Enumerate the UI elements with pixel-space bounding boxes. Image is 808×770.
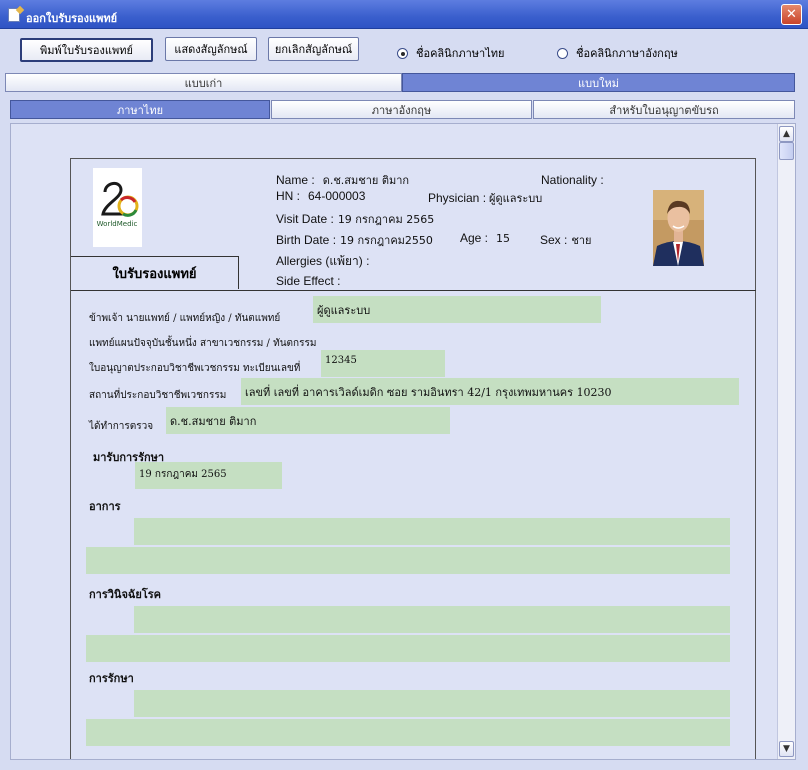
certificate-document: WorldMedic Name : ด.ช.สมชาย ติมาก Nationa… [70,158,756,759]
clinic-logo: WorldMedic [93,168,142,247]
doctor-field[interactable]: ผู้ดูแลระบบ [313,296,601,323]
svg-text:WorldMedic: WorldMedic [97,220,138,228]
treatment-label: การรักษา [89,672,134,685]
nationality: Nationality : [541,173,604,187]
certificate-pane[interactable]: WorldMedic Name : ด.ช.สมชาย ติมาก Nationa… [10,123,796,760]
department-label: แพทย์แผนปัจจุบันชั้นหนึ่ง สาขาเวชกรรม / … [89,338,317,349]
license-label: ใบอนุญาตประกอบวิชาชีพเวชกรรม ทะเบียนเลขท… [89,363,301,374]
tab-new-format[interactable]: แบบใหม่ [402,73,795,92]
scroll-up-icon[interactable]: ▲ [779,126,794,142]
physician: Physician : ผู้ดูแลระบบ [428,191,543,205]
diagnosis-field-line2[interactable] [86,635,730,662]
patient-photo [653,190,704,266]
certificate-title: ใบรับรองแพทย์ [71,256,239,289]
examined-field[interactable]: ด.ช.สมชาย ติมาก [166,407,450,434]
close-button[interactable]: ✕ [781,4,802,25]
workplace-field[interactable]: เลขที่ เลขที่ อาคารเวิลด์เมดิก ซอย รามอิ… [241,378,739,405]
tab-driving-license[interactable]: สำหรับใบอนุญาตขับรถ [533,100,795,119]
patient-name: Name : ด.ช.สมชาย ติมาก [276,173,410,187]
symptom-field-line1[interactable] [134,518,730,545]
workplace-label: สถานที่ประกอบวิชาชีพเวชกรรม [89,390,227,401]
doctor-label: ข้าพเจ้า นายแพทย์ / แพทย์หญิง / ทันตแพทย… [89,313,281,324]
toolbar: พิมพ์ใบรับรองแพทย์ แสดงสัญลักษณ์ ยกเลิกส… [0,29,808,71]
show-signature-button[interactable]: แสดงสัญลักษณ์ [165,37,257,61]
language-tabs: ภาษาไทย ภาษาอังกฤษ สำหรับใบอนุญาตขับรถ [10,100,795,119]
radio-clinic-english-label: ชื่อคลินิกภาษาอังกฤษ [576,47,678,60]
header-divider [71,290,756,291]
radio-dot-unchecked[interactable] [557,47,568,59]
radio-clinic-thai-label: ชื่อคลินิกภาษาไทย [416,47,505,60]
examined-label: ได้ทำการตรวจ [89,421,154,432]
radio-clinic-english[interactable]: ชื่อคลินิกภาษาอังกฤษ [557,44,678,62]
vertical-scrollbar[interactable]: ▲ ▼ [777,124,795,759]
age: Age :15 [460,231,511,245]
radio-dot-checked[interactable] [397,47,408,59]
diagnosis-label: การวินิจฉัยโรค [89,588,161,601]
treatment-date-field[interactable]: 19 กรกฎาคม 2565 [135,462,282,489]
side-effect: Side Effect : [276,274,341,288]
sex: Sex : ชาย [540,233,592,247]
tab-old-format[interactable]: แบบเก่า [5,73,402,92]
treatment-field-line2[interactable] [86,719,730,746]
symptom-label: อาการ [89,500,121,513]
window-title: ออกใบรับรองแพทย์ [26,12,118,25]
license-field[interactable]: 12345 [321,350,445,377]
diagnosis-field-line1[interactable] [134,606,730,633]
format-tabs: แบบเก่า แบบใหม่ [5,73,795,92]
print-certificate-button[interactable]: พิมพ์ใบรับรองแพทย์ [20,38,153,62]
scroll-thumb[interactable] [779,142,794,160]
document-icon [8,8,20,22]
tab-thai[interactable]: ภาษาไทย [10,100,270,119]
birth-date: Birth Date :19 กรกฎาคม2550 [276,233,433,247]
cancel-signature-button[interactable]: ยกเลิกสัญลักษณ์ [268,37,359,61]
scroll-down-icon[interactable]: ▼ [779,741,794,757]
title-bar: ออกใบรับรองแพทย์ ✕ [0,0,808,29]
symptom-field-line2[interactable] [86,547,730,574]
hn: HN :64-000003 [276,189,366,203]
radio-clinic-thai[interactable]: ชื่อคลินิกภาษาไทย [397,44,504,62]
tab-english[interactable]: ภาษาอังกฤษ [271,100,532,119]
treatment-field-line1[interactable] [134,690,730,717]
allergies: Allergies (แพ้ยา) : [276,254,370,268]
visit-date: Visit Date :19 กรกฎาคม 2565 [276,212,435,226]
